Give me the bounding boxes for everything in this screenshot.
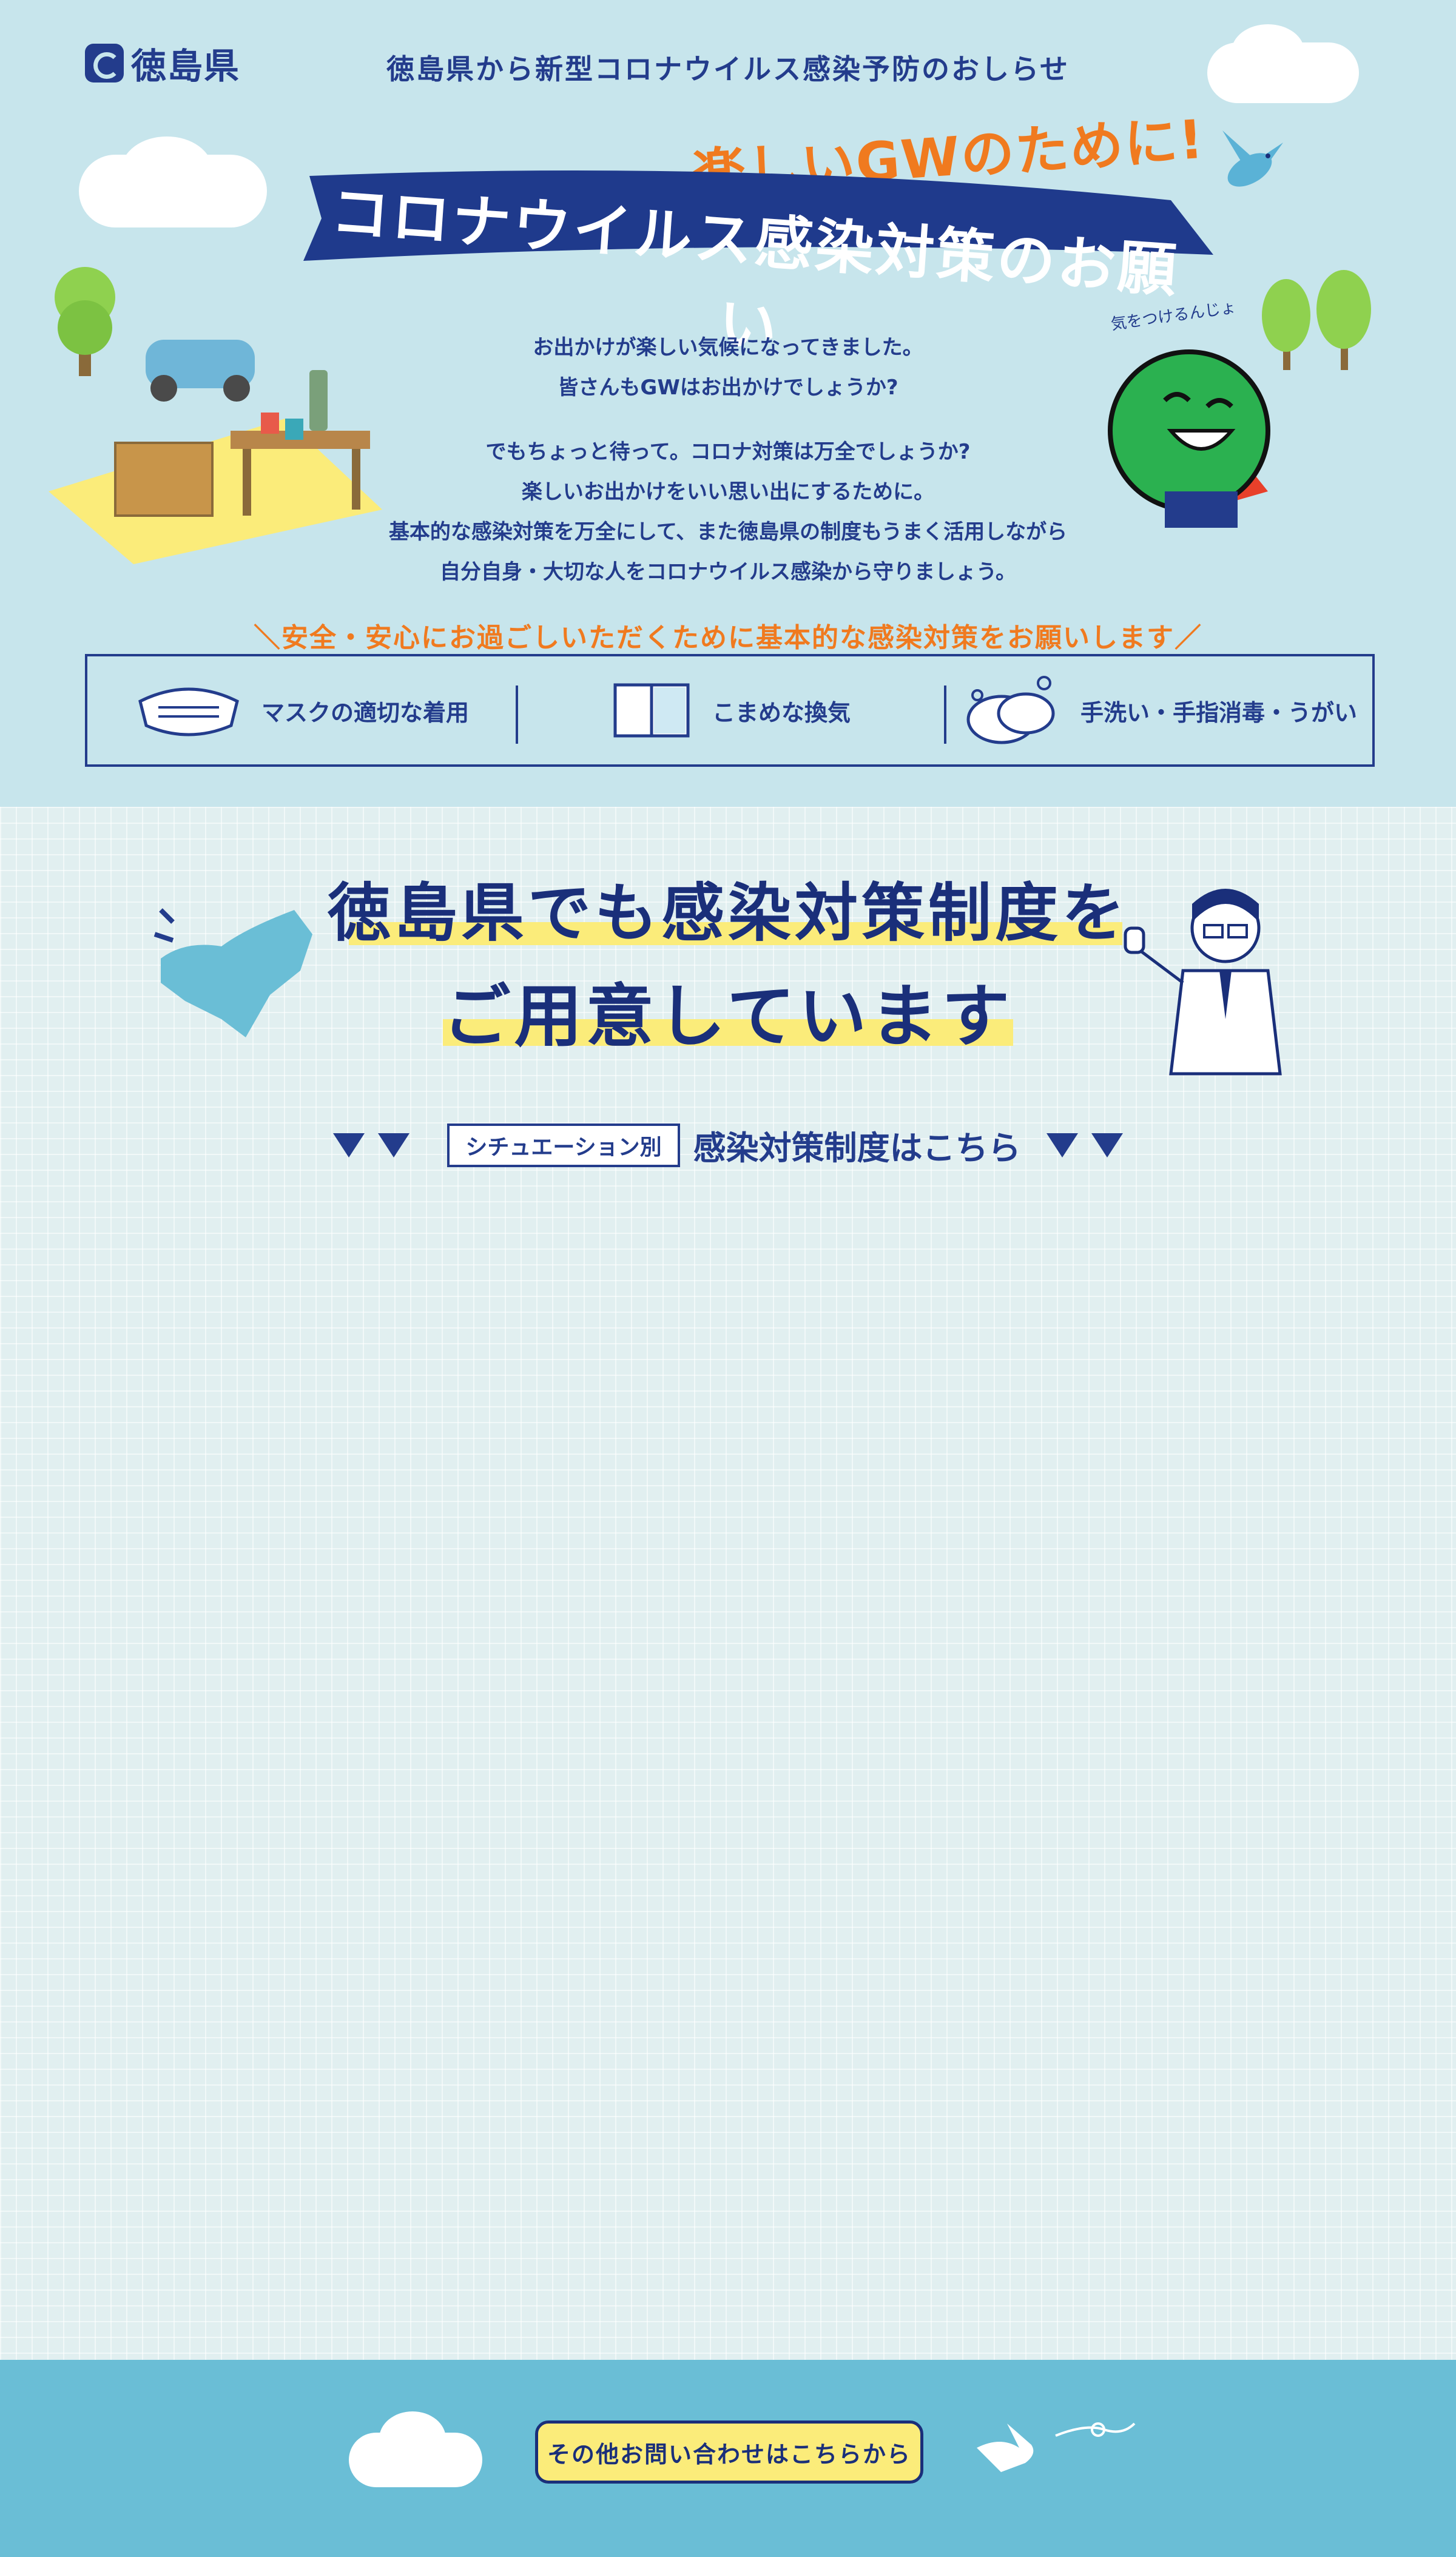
safety-title: ＼安全・安心にお過ごしいただくために基本的な感染対策をお願いします／ bbox=[254, 622, 1202, 653]
intro-line: 自分自身・大切な人をコロナウイルス感染から守りましょう。 bbox=[440, 560, 1016, 584]
hero-intro: お出かけが楽しい気候になってきました。 皆さんもGWはお出かけでしょうか? でも… bbox=[340, 328, 1116, 592]
situation-link[interactable]: シチュエーション別 感染対策制度はこちら bbox=[0, 1121, 1456, 1169]
triangle-down-icon bbox=[1046, 1133, 1078, 1157]
cloud-icon bbox=[121, 136, 212, 203]
measure-ventilation: こまめな換気 bbox=[516, 656, 944, 764]
cloud-icon bbox=[379, 2411, 446, 2466]
window-icon bbox=[613, 683, 690, 738]
situation-text: 感染対策制度はこちら bbox=[693, 1129, 1021, 1167]
measure-label: こまめな換気 bbox=[712, 699, 851, 726]
mask-icon bbox=[138, 687, 239, 736]
measure-handwash: 手洗い・手指消毒・うがい bbox=[944, 656, 1372, 764]
handwash-icon bbox=[966, 676, 1055, 744]
measures-box: マスクの適切な着用 こまめな換気 手洗い・手指消毒・うがい bbox=[85, 654, 1375, 767]
intro-line: でもちょっと待って。コロナ対策は万全でしょうか? bbox=[485, 440, 971, 464]
intro-line: 基本的な感染対策を万全にして、また徳島県の制度もうまく活用しながら bbox=[388, 520, 1068, 544]
intro-line: 皆さんもGWはお出かけでしょうか? bbox=[558, 376, 898, 400]
bird-icon bbox=[977, 2422, 1136, 2472]
triangle-down-icon bbox=[1091, 1133, 1123, 1157]
measure-label: 手洗い・手指消毒・うがい bbox=[1080, 699, 1357, 726]
triangle-down-icon bbox=[333, 1133, 365, 1157]
situation-tag: シチュエーション別 bbox=[447, 1123, 680, 1167]
triangle-down-icon bbox=[378, 1133, 410, 1157]
hero-section: 徳島県 徳島県から新型コロナウイルス感染予防のおしらせ 楽しいGWのために! コ… bbox=[0, 0, 1456, 807]
sudachi-mascot-icon bbox=[1108, 349, 1270, 528]
contact-button[interactable]: その他お問い合わせはこちらから bbox=[535, 2421, 923, 2484]
cloud-icon bbox=[1232, 24, 1304, 79]
doctor-illustration bbox=[1124, 889, 1282, 1076]
measure-mask: マスクの適切な着用 bbox=[87, 656, 516, 764]
intro-line: 楽しいお出かけをいい思い出にするために。 bbox=[521, 480, 935, 504]
measure-label: マスクの適切な着用 bbox=[261, 699, 469, 726]
intro-line: お出かけが楽しい気候になってきました。 bbox=[533, 335, 923, 360]
